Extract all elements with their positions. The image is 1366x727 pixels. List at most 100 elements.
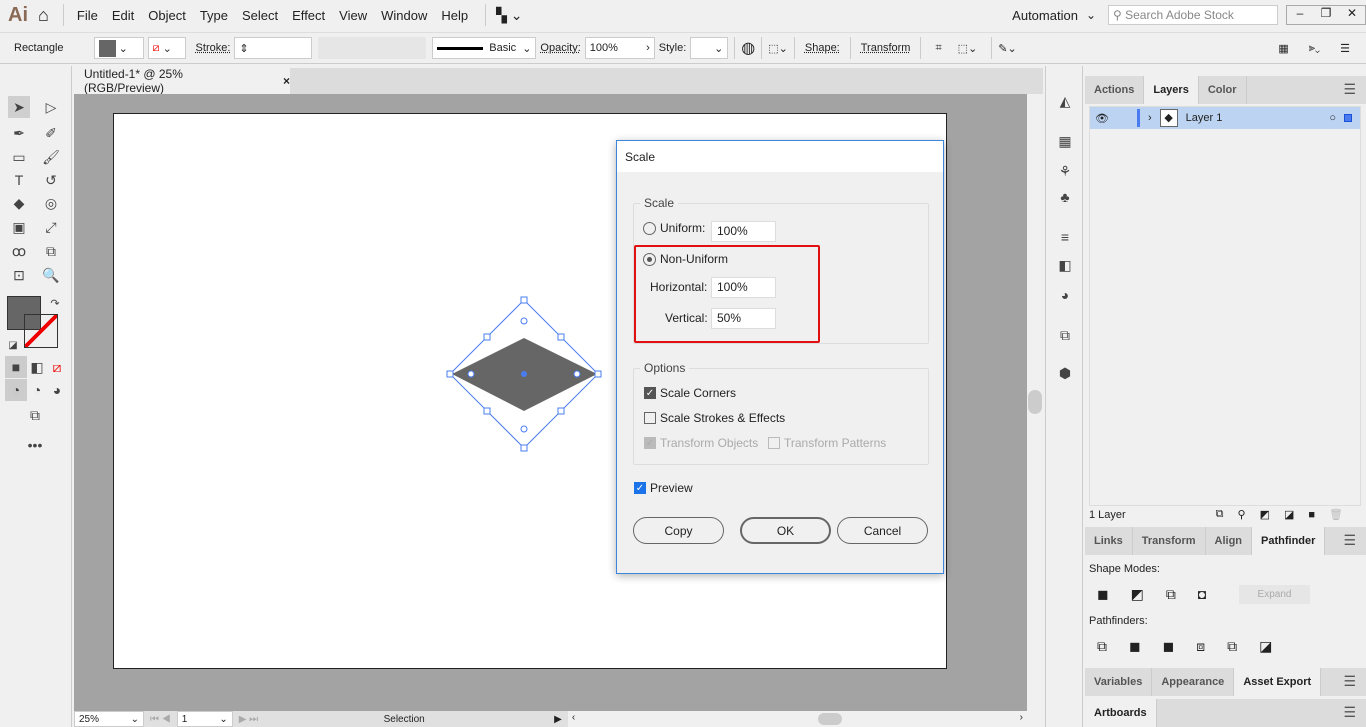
shape-link[interactable]: Shape: xyxy=(805,42,840,54)
close-tab-icon[interactable]: × xyxy=(283,74,290,88)
uniform-input[interactable]: 100% xyxy=(711,221,776,242)
libraries-icon[interactable]: ⬢ xyxy=(1054,362,1076,384)
divide-icon[interactable]: ⧉ xyxy=(1097,638,1107,655)
tab-variables[interactable]: Variables xyxy=(1085,668,1153,696)
horizontal-input[interactable]: 100% xyxy=(711,277,776,298)
ok-button[interactable]: OK xyxy=(740,517,831,544)
color-mode-icon[interactable]: ■ xyxy=(5,356,27,378)
preview-checkbox[interactable]: ✓ xyxy=(634,482,646,494)
layer-name[interactable]: Layer 1 xyxy=(1186,112,1223,124)
preview-option[interactable]: ✓ Preview xyxy=(634,481,693,495)
expand-chevron-icon[interactable]: › xyxy=(1148,112,1152,124)
delete-layer-icon[interactable]: 🗑 xyxy=(1329,508,1343,521)
close-icon[interactable]: ✕ xyxy=(1339,6,1365,24)
tab-links[interactable]: Links xyxy=(1085,527,1133,555)
selection-tool[interactable]: ➤ xyxy=(8,96,30,118)
intersect-icon[interactable]: ⧉ xyxy=(1166,586,1176,603)
brushes-panel-icon[interactable]: ♣ xyxy=(1054,186,1076,208)
menu-edit[interactable]: Edit xyxy=(112,8,134,23)
vertical-input[interactable]: 50% xyxy=(711,308,776,329)
gradient-panel-icon[interactable]: ◭ xyxy=(1054,90,1076,112)
shape-builder-tool[interactable]: ⧉ xyxy=(40,240,62,262)
handle[interactable] xyxy=(594,370,602,378)
layer-row[interactable]: 👁 › ◆ Layer 1 ○ xyxy=(1090,107,1360,129)
tab-color[interactable]: Color xyxy=(1199,76,1247,104)
tab-layers[interactable]: Layers xyxy=(1144,76,1199,104)
home-icon[interactable]: ⌂ xyxy=(38,5,49,26)
gradient-mode-icon[interactable]: ◧ xyxy=(26,356,48,378)
arrange-icon[interactable]: ⫸⌄ xyxy=(1309,42,1320,55)
restore-icon[interactable]: ❐ xyxy=(1313,6,1339,24)
screen-mode-icon[interactable]: ⧉ xyxy=(24,404,46,426)
vertical-scrollbar[interactable] xyxy=(1027,94,1043,711)
uniform-option[interactable]: Uniform: xyxy=(643,221,705,235)
stroke-color[interactable] xyxy=(24,314,58,348)
default-colors-icon[interactable]: ◪ xyxy=(2,334,24,356)
target-icon[interactable]: ○ xyxy=(1329,112,1336,124)
recolor-icon[interactable]: ◍ xyxy=(741,38,755,58)
stock-search-input[interactable]: ⚲ Search Adobe Stock xyxy=(1108,5,1278,25)
scale-corners-checkbox[interactable]: ✓ xyxy=(644,387,656,399)
outline-icon[interactable]: ⧉ xyxy=(1227,638,1237,655)
tab-asset-export[interactable]: Asset Export xyxy=(1234,668,1322,696)
scale-strokes-option[interactable]: Scale Strokes & Effects xyxy=(644,411,785,425)
eraser-tool[interactable]: ◆ xyxy=(8,192,30,214)
select-similar-icon[interactable]: ⬚⌄ xyxy=(958,42,978,55)
warp-tool[interactable]: ◎ xyxy=(40,192,62,214)
minus-front-icon[interactable]: ◩ xyxy=(1131,586,1144,603)
tab-transform[interactable]: Transform xyxy=(1133,527,1206,555)
handle[interactable] xyxy=(483,333,491,341)
graphic-styles-icon[interactable]: ⧉ xyxy=(1054,324,1076,346)
menu-help[interactable]: Help xyxy=(441,8,468,23)
edit-toolbar-icon[interactable]: ✎⌄ xyxy=(998,42,1016,55)
document-tab[interactable]: Untitled-1* @ 25% (RGB/Preview) × xyxy=(74,67,290,95)
minimize-icon[interactable]: – xyxy=(1287,6,1313,24)
gradient-icon[interactable]: ◧ xyxy=(1054,254,1076,276)
chevron-down-icon[interactable]: ⌄ xyxy=(1086,8,1096,22)
new-layer-icon[interactable]: ■ xyxy=(1308,509,1315,521)
handle[interactable] xyxy=(446,370,454,378)
handle[interactable] xyxy=(483,407,491,415)
grid-icon[interactable]: ▦ xyxy=(1278,42,1288,55)
menu-file[interactable]: File xyxy=(77,8,98,23)
rotate-tool[interactable]: ↺ xyxy=(40,169,62,191)
stroke-weight-input[interactable]: ⇕ xyxy=(234,37,313,59)
curvature-tool[interactable]: ✐ xyxy=(40,122,62,144)
panel-menu-icon[interactable]: ☰ xyxy=(1333,527,1366,555)
exclude-icon[interactable]: ◘ xyxy=(1198,586,1206,603)
unite-icon[interactable]: ◼ xyxy=(1097,586,1109,603)
gradient-tool[interactable]: ▣ xyxy=(8,216,30,238)
direct-selection-tool[interactable]: ▷ xyxy=(40,96,62,118)
stroke-label[interactable]: Stroke: xyxy=(196,42,231,54)
visibility-eye-icon[interactable]: 👁 xyxy=(1095,112,1109,125)
menu-type[interactable]: Type xyxy=(200,8,228,23)
minus-back-icon[interactable]: ◪ xyxy=(1259,638,1272,655)
handle[interactable] xyxy=(557,333,565,341)
draw-inside-icon[interactable]: ◕ xyxy=(46,379,68,401)
handle[interactable] xyxy=(557,407,565,415)
menu-select[interactable]: Select xyxy=(242,8,278,23)
merge-icon[interactable]: ◼ xyxy=(1163,638,1175,655)
rectangle-tool[interactable]: ▭ xyxy=(8,146,30,168)
scale-corners-option[interactable]: ✓ Scale Corners xyxy=(644,386,736,400)
cancel-button[interactable]: Cancel xyxy=(837,517,928,544)
clipping-mask-icon[interactable]: ◩ xyxy=(1260,508,1270,521)
tab-appearance[interactable]: Appearance xyxy=(1152,668,1235,696)
brush-select[interactable]: Basic ⌄ xyxy=(432,37,537,59)
more-tools-icon[interactable]: ••• xyxy=(24,434,46,456)
opacity-label[interactable]: Opacity: xyxy=(540,42,580,54)
blend-tool[interactable]: ꝏ xyxy=(8,240,30,262)
stroke-panel-icon[interactable]: ≡ xyxy=(1054,226,1076,248)
tab-pathfinder[interactable]: Pathfinder xyxy=(1252,527,1326,555)
new-sublayer-icon[interactable]: ◪ xyxy=(1284,508,1294,521)
arrange-documents-icon[interactable]: ▚ ⌄ xyxy=(496,7,522,24)
swap-colors-icon[interactable]: ↷ xyxy=(44,292,66,314)
menu-effect[interactable]: Effect xyxy=(292,8,325,23)
eyedropper-tool[interactable]: ⤢ xyxy=(40,216,62,238)
align-icon[interactable]: ⬚⌄ xyxy=(768,42,788,55)
trim-icon[interactable]: ◼ xyxy=(1129,638,1141,655)
fill-swatch[interactable]: ⌄ xyxy=(93,37,144,59)
menu-view[interactable]: View xyxy=(339,8,367,23)
none-mode-icon[interactable]: ⧄ xyxy=(46,356,68,378)
transparency-panel-icon[interactable]: ◕ xyxy=(1054,284,1076,306)
